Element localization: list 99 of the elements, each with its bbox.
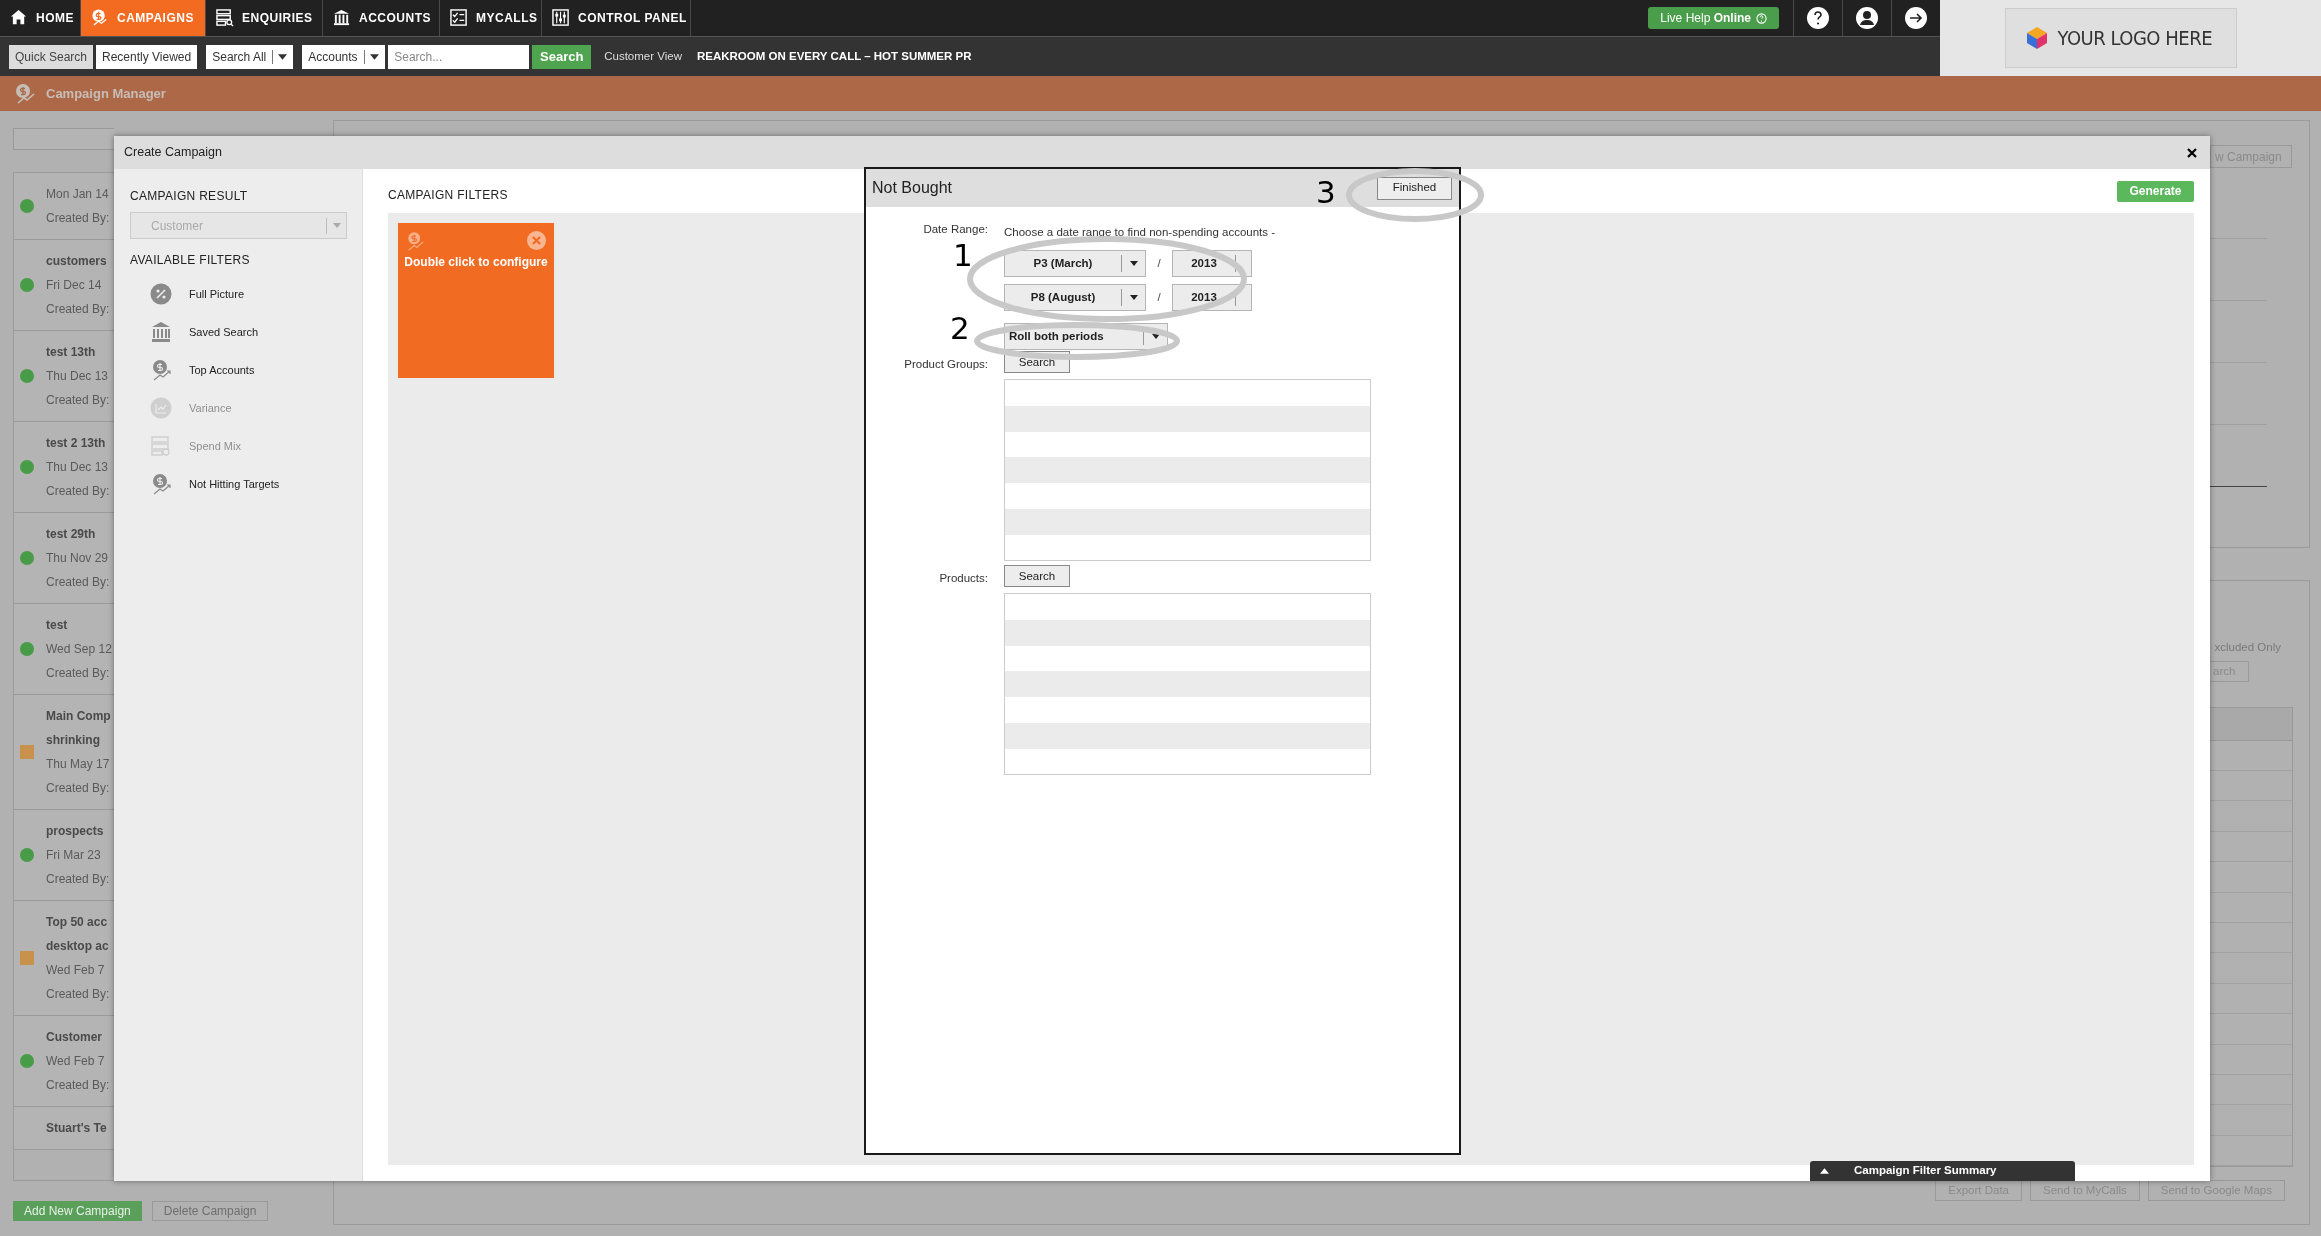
sliders-icon	[552, 9, 570, 27]
help-icon	[1806, 6, 1830, 30]
page-title: Campaign Manager	[46, 84, 166, 103]
field-label: Product Groups:	[904, 357, 988, 373]
search-tab[interactable]: Recently Viewed	[96, 44, 198, 69]
percent-icon	[150, 283, 172, 305]
modal-title: Create Campaign	[124, 144, 222, 162]
filter-item[interactable]: Full Picture	[150, 283, 362, 305]
campaign-date: Wed Feb 7	[46, 1053, 105, 1070]
date-separator: /	[1156, 290, 1162, 306]
view-label: Customer View	[604, 48, 682, 64]
campaign-date: Thu Dec 13	[46, 368, 109, 385]
filter-item[interactable]: Saved Search	[150, 321, 362, 343]
caret-icon	[278, 53, 288, 60]
campaign-title: test 2 13th	[46, 435, 106, 452]
campaign-date: Thu Dec 13	[46, 459, 109, 476]
campaign-date: Fri Mar 23	[46, 847, 101, 864]
dialog-title: Not Bought	[872, 178, 953, 198]
created-by-label: Created By:	[46, 574, 110, 591]
search-tab[interactable]: Quick Search	[9, 44, 94, 69]
bank-icon	[333, 9, 351, 27]
campaign-title: Top 50 acc	[46, 914, 108, 931]
filter-item[interactable]: Not Hitting Targets	[150, 473, 362, 495]
step-number: 2	[950, 313, 970, 344]
created-by-label: Created By:	[46, 986, 110, 1003]
caret-icon	[370, 53, 380, 60]
caret-icon	[1820, 1168, 1829, 1174]
date-separator: /	[1156, 256, 1162, 272]
search-field[interactable]: Search...	[388, 44, 530, 69]
campaign-title: Main Comp	[46, 708, 111, 725]
view-title: REAKROOM ON EVERY CALL – HOT SUMMER PR	[696, 48, 972, 64]
bank-icon	[150, 321, 172, 343]
caret-icon	[332, 223, 341, 228]
period-dropdown[interactable]: P3 (March)	[1004, 250, 1146, 278]
coin-chart-icon	[150, 473, 172, 495]
created-by-label: Created By:	[46, 483, 110, 500]
step-number: 1	[953, 240, 973, 271]
campaign-title: Customer	[46, 1029, 102, 1046]
campaign-date: Thu May 17	[46, 756, 110, 773]
campaign-date: Wed Feb 7	[46, 962, 105, 979]
finished-button[interactable]: Finished	[1377, 176, 1452, 200]
list-search-icon	[216, 9, 234, 27]
cube-icon	[2025, 26, 2048, 50]
campaign-date: Fri Dec 14	[46, 277, 102, 294]
logout-icon	[1904, 6, 1928, 30]
created-by-label: Created By:	[46, 871, 110, 888]
chart-circle-icon	[150, 397, 172, 419]
created-by-label: Created By:	[46, 392, 110, 409]
hint-text: Choose a date range to find non-spending accounts -	[1004, 225, 1276, 240]
campaign-date: Thu Nov 29	[46, 550, 109, 567]
search-button[interactable]: Search	[532, 44, 592, 69]
caret-icon	[1129, 295, 1138, 301]
coin-chart-icon	[91, 9, 109, 27]
field-label: Products:	[939, 571, 988, 587]
created-by-label: Created By:	[46, 665, 110, 682]
generate-button[interactable]: Generate	[2117, 180, 2194, 202]
live-help-button[interactable]: Live Help Online	[1648, 7, 1779, 29]
summary-tab[interactable]: Campaign Filter Summary	[1810, 1161, 2075, 1181]
campaign-button[interactable]: Add New Campaign	[13, 1201, 142, 1221]
home-icon	[10, 9, 28, 27]
created-by-label: Created By:	[46, 780, 110, 797]
search-field[interactable]	[13, 128, 114, 150]
nav-tab[interactable]: CAMPAIGNS	[81, 0, 206, 36]
dropdown[interactable]: Accounts	[302, 44, 386, 69]
search-button[interactable]: Search	[1004, 565, 1070, 588]
campaign-title: test 29th	[46, 526, 96, 543]
close-icon	[2187, 147, 2197, 158]
campaign-title: test 13th	[46, 344, 96, 361]
caret-icon	[1129, 261, 1138, 267]
campaign-title: customers	[46, 253, 107, 270]
user-icon	[1855, 6, 1879, 30]
campaign-title: test	[46, 617, 68, 634]
step-number: 3	[1316, 177, 1336, 208]
list-search-icon	[150, 435, 172, 457]
filter-item[interactable]: Top Accounts	[150, 359, 362, 381]
coin-chart-icon	[406, 231, 426, 251]
dropdown[interactable]: Search All	[206, 44, 294, 69]
field-label: Date Range:	[923, 222, 988, 237]
campaign-title: prospects	[46, 823, 104, 840]
campaign-title: shrinking	[46, 732, 100, 749]
section-heading: CAMPAIGN RESULT	[130, 188, 249, 205]
section-heading: AVAILABLE FILTERS	[130, 252, 251, 269]
close-icon	[532, 236, 541, 245]
coin-chart-icon	[150, 359, 172, 381]
campaign-date: Wed Sep 12	[46, 641, 112, 658]
created-by-label: Created By:	[46, 210, 110, 227]
filter-card[interactable]: Double click to configure	[398, 223, 554, 378]
created-by-label: Created By:	[46, 301, 110, 318]
campaign-date: Mon Jan 14	[46, 186, 109, 203]
logo: YOUR LOGO HERE	[2004, 8, 2237, 68]
section-heading: CAMPAIGN FILTERS	[388, 187, 508, 204]
card-text: Double click to configure	[404, 254, 548, 271]
help-icon	[1756, 12, 1767, 24]
checklist-icon	[450, 9, 468, 27]
caret-icon	[1151, 334, 1160, 340]
created-by-label: Created By:	[46, 1077, 110, 1094]
campaign-title: Stuart's Te	[46, 1120, 107, 1137]
period-dropdown[interactable]: P8 (August)	[1004, 284, 1146, 312]
campaign-title: desktop ac	[46, 938, 109, 955]
